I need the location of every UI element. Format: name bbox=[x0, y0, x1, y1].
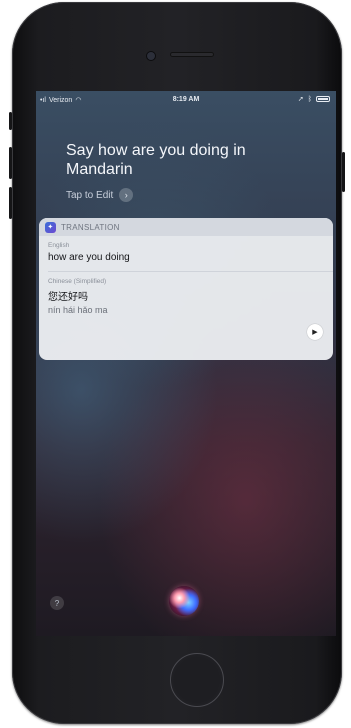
divider bbox=[48, 271, 333, 272]
front-camera bbox=[147, 52, 155, 60]
status-bar: •ıl Verizon ◠ 8:19 AM ➚ ᛒ bbox=[36, 91, 336, 109]
siri-orb-icon[interactable] bbox=[169, 586, 199, 616]
card-header: ✦ TRANSLATION bbox=[39, 218, 333, 236]
translation-card: ✦ TRANSLATION English how are you doing … bbox=[39, 218, 333, 360]
volume-up-button bbox=[9, 147, 12, 179]
siri-screen: •ıl Verizon ◠ 8:19 AM ➚ ᛒ Say how are yo… bbox=[36, 91, 336, 636]
power-button bbox=[342, 152, 345, 192]
source-language-label: English bbox=[48, 242, 70, 249]
card-title: TRANSLATION bbox=[61, 222, 120, 232]
play-icon[interactable]: ▶ bbox=[307, 324, 323, 340]
source-section: English how are you doing bbox=[39, 242, 333, 263]
status-right: ➚ ᛒ bbox=[298, 95, 330, 103]
status-time: 8:19 AM bbox=[172, 96, 200, 103]
siri-request-text: Say how are you doing in Mandarin bbox=[66, 142, 246, 178]
chevron-right-icon[interactable]: › bbox=[119, 188, 134, 202]
help-icon[interactable]: ? bbox=[50, 596, 64, 610]
target-phrase: 您还好吗 bbox=[48, 292, 88, 303]
volume-down-button bbox=[9, 187, 12, 219]
earpiece-speaker bbox=[170, 52, 214, 57]
tap-to-edit-label[interactable]: Tap to Edit bbox=[66, 190, 113, 201]
mute-switch bbox=[9, 112, 12, 130]
target-pinyin: nín hái hǎo ma bbox=[48, 305, 108, 315]
target-section: Chinese (Simplified) 您还好吗 nín hái hǎo ma bbox=[39, 278, 333, 315]
source-phrase: how are you doing bbox=[48, 252, 130, 263]
location-icon: ➚ bbox=[297, 96, 304, 103]
target-language-label: Chinese (Simplified) bbox=[48, 278, 107, 285]
tap-to-edit[interactable]: Tap to Edit › bbox=[66, 188, 134, 202]
home-button[interactable] bbox=[170, 653, 224, 707]
translation-icon: ✦ bbox=[45, 221, 56, 233]
bluetooth-icon: ᛒ bbox=[307, 95, 312, 103]
battery-icon bbox=[316, 96, 330, 102]
